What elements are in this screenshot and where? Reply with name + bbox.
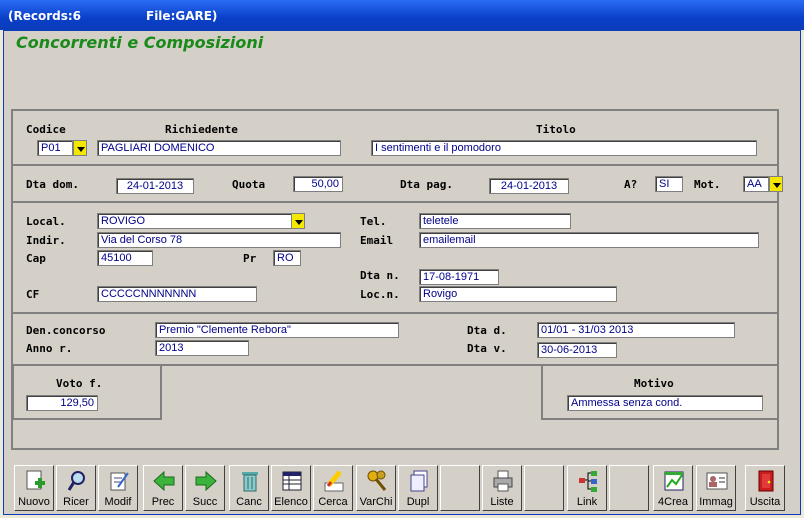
id-card-icon <box>706 472 728 490</box>
cap-label: Cap <box>26 252 46 265</box>
local-field[interactable]: ROVIGO <box>97 213 293 229</box>
cap-field[interactable]: 45100 <box>97 250 153 266</box>
highlighter-icon <box>324 470 344 492</box>
toolbar: Nuovo Ricer Modif Prec Succ Canc Elenco <box>14 465 796 513</box>
codice-label: Codice <box>26 123 66 136</box>
link-button[interactable]: Link <box>567 465 607 511</box>
den-field[interactable]: Premio "Clemente Rebora" <box>155 322 399 338</box>
indir-label: Indir. <box>26 234 66 247</box>
arrow-right-icon <box>195 470 217 492</box>
dtapag-field[interactable]: 24-01-2013 <box>489 178 569 194</box>
anno-field[interactable]: 2013 <box>155 340 249 356</box>
motivo-panel <box>541 364 779 420</box>
divider-1 <box>13 164 777 166</box>
codice-dropdown-icon[interactable] <box>73 140 87 156</box>
voto-label: Voto f. <box>56 377 103 390</box>
prec-button[interactable]: Prec <box>143 465 183 511</box>
mot-label: Mot. <box>694 178 721 191</box>
records-count: (Records:6 <box>8 9 82 23</box>
codice-field[interactable]: P01 <box>37 140 73 156</box>
list-icon <box>282 471 302 491</box>
keys-icon <box>367 470 387 491</box>
varchi-button[interactable]: VarChi <box>356 465 396 511</box>
arrow-left-icon <box>153 470 175 492</box>
voto-field[interactable]: 129,50 <box>26 395 98 411</box>
mot-field[interactable]: AA <box>743 176 769 192</box>
locn-label: Loc.n. <box>360 288 400 301</box>
pr-label: Pr <box>243 252 257 265</box>
email-field[interactable]: emailemail <box>419 232 759 248</box>
empty-button-1[interactable] <box>440 465 480 511</box>
titolo-label: Titolo <box>536 123 576 136</box>
mot-dropdown-icon[interactable] <box>769 176 783 192</box>
den-label: Den.concorso <box>26 324 106 337</box>
dtadom-label: Dta dom. <box>26 178 79 191</box>
canc-button[interactable]: Canc <box>229 465 269 511</box>
create-chart-icon <box>664 471 684 491</box>
file-name: File:GARE) <box>146 9 218 23</box>
motivo-label: Motivo <box>634 377 674 390</box>
exit-door-icon <box>758 470 774 492</box>
cerca-button[interactable]: Cerca <box>313 465 353 511</box>
divider-2 <box>13 201 777 203</box>
dtav-field[interactable]: 30-06-2013 <box>537 342 617 358</box>
uscita-button[interactable]: Uscita <box>745 465 785 511</box>
edit-icon <box>110 472 129 491</box>
cf-field[interactable]: CCCCCNNNNNNN <box>97 286 257 302</box>
duplicate-icon <box>410 470 428 492</box>
link-tree-icon <box>579 471 597 492</box>
richiedente-field[interactable]: PAGLIARI DOMENICO <box>97 140 341 156</box>
tel-label: Tel. <box>360 215 387 228</box>
dtad-label: Dta d. <box>467 324 507 337</box>
dtad-field[interactable]: 01/01 - 31/03 2013 <box>537 322 735 338</box>
voto-panel <box>12 364 162 420</box>
divider-3 <box>13 312 777 314</box>
new-document-icon <box>26 470 45 490</box>
cf-label: CF <box>26 288 40 301</box>
printer-icon <box>493 470 513 492</box>
modif-button[interactable]: Modif <box>98 465 138 511</box>
anno-label: Anno r. <box>26 342 73 355</box>
dtan-label: Dta n. <box>360 269 400 282</box>
main-window: Concorrenti e Composizioni Codice P01 Ri… <box>3 30 801 515</box>
ricer-button[interactable]: Ricer <box>56 465 96 511</box>
empty-button-2[interactable] <box>524 465 564 511</box>
page-title: Concorrenti e Composizioni <box>16 33 264 52</box>
a-label: A? <box>624 178 638 191</box>
dupl-button[interactable]: Dupl <box>398 465 438 511</box>
dtadom-field[interactable]: 24-01-2013 <box>116 178 194 194</box>
elenco-button[interactable]: Elenco <box>271 465 311 511</box>
motivo-field[interactable]: Ammessa senza cond. <box>567 395 763 411</box>
trash-icon <box>242 472 258 492</box>
tel-field[interactable]: teletele <box>419 213 571 229</box>
crea4-button[interactable]: 4Crea <box>653 465 693 511</box>
email-label: Email <box>360 234 394 247</box>
succ-button[interactable]: Succ <box>185 465 225 511</box>
quota-label: Quota <box>232 178 266 191</box>
local-label: Local. <box>26 215 66 228</box>
indir-field[interactable]: Via del Corso 78 <box>97 232 341 248</box>
locn-field[interactable]: Rovigo <box>419 286 617 302</box>
dtav-label: Dta v. <box>467 342 507 355</box>
pr-field[interactable]: RO <box>273 250 301 266</box>
search-icon <box>67 471 85 491</box>
titolo-field[interactable]: I sentimenti e il pomodoro <box>371 140 757 156</box>
immag-button[interactable]: Immag <box>696 465 736 511</box>
empty-button-3[interactable] <box>609 465 649 511</box>
title-bar: (Records:6 File:GARE) <box>0 0 804 30</box>
dtan-field[interactable]: 17-08-1971 <box>419 269 499 285</box>
liste-button[interactable]: Liste <box>482 465 522 511</box>
a-field[interactable]: SI <box>655 176 683 192</box>
quota-field[interactable]: 50,00 <box>293 176 343 192</box>
nuovo-button[interactable]: Nuovo <box>14 465 54 511</box>
richiedente-label: Richiedente <box>165 123 238 136</box>
local-dropdown-icon[interactable] <box>291 213 305 229</box>
dtapag-label: Dta pag. <box>400 178 453 191</box>
